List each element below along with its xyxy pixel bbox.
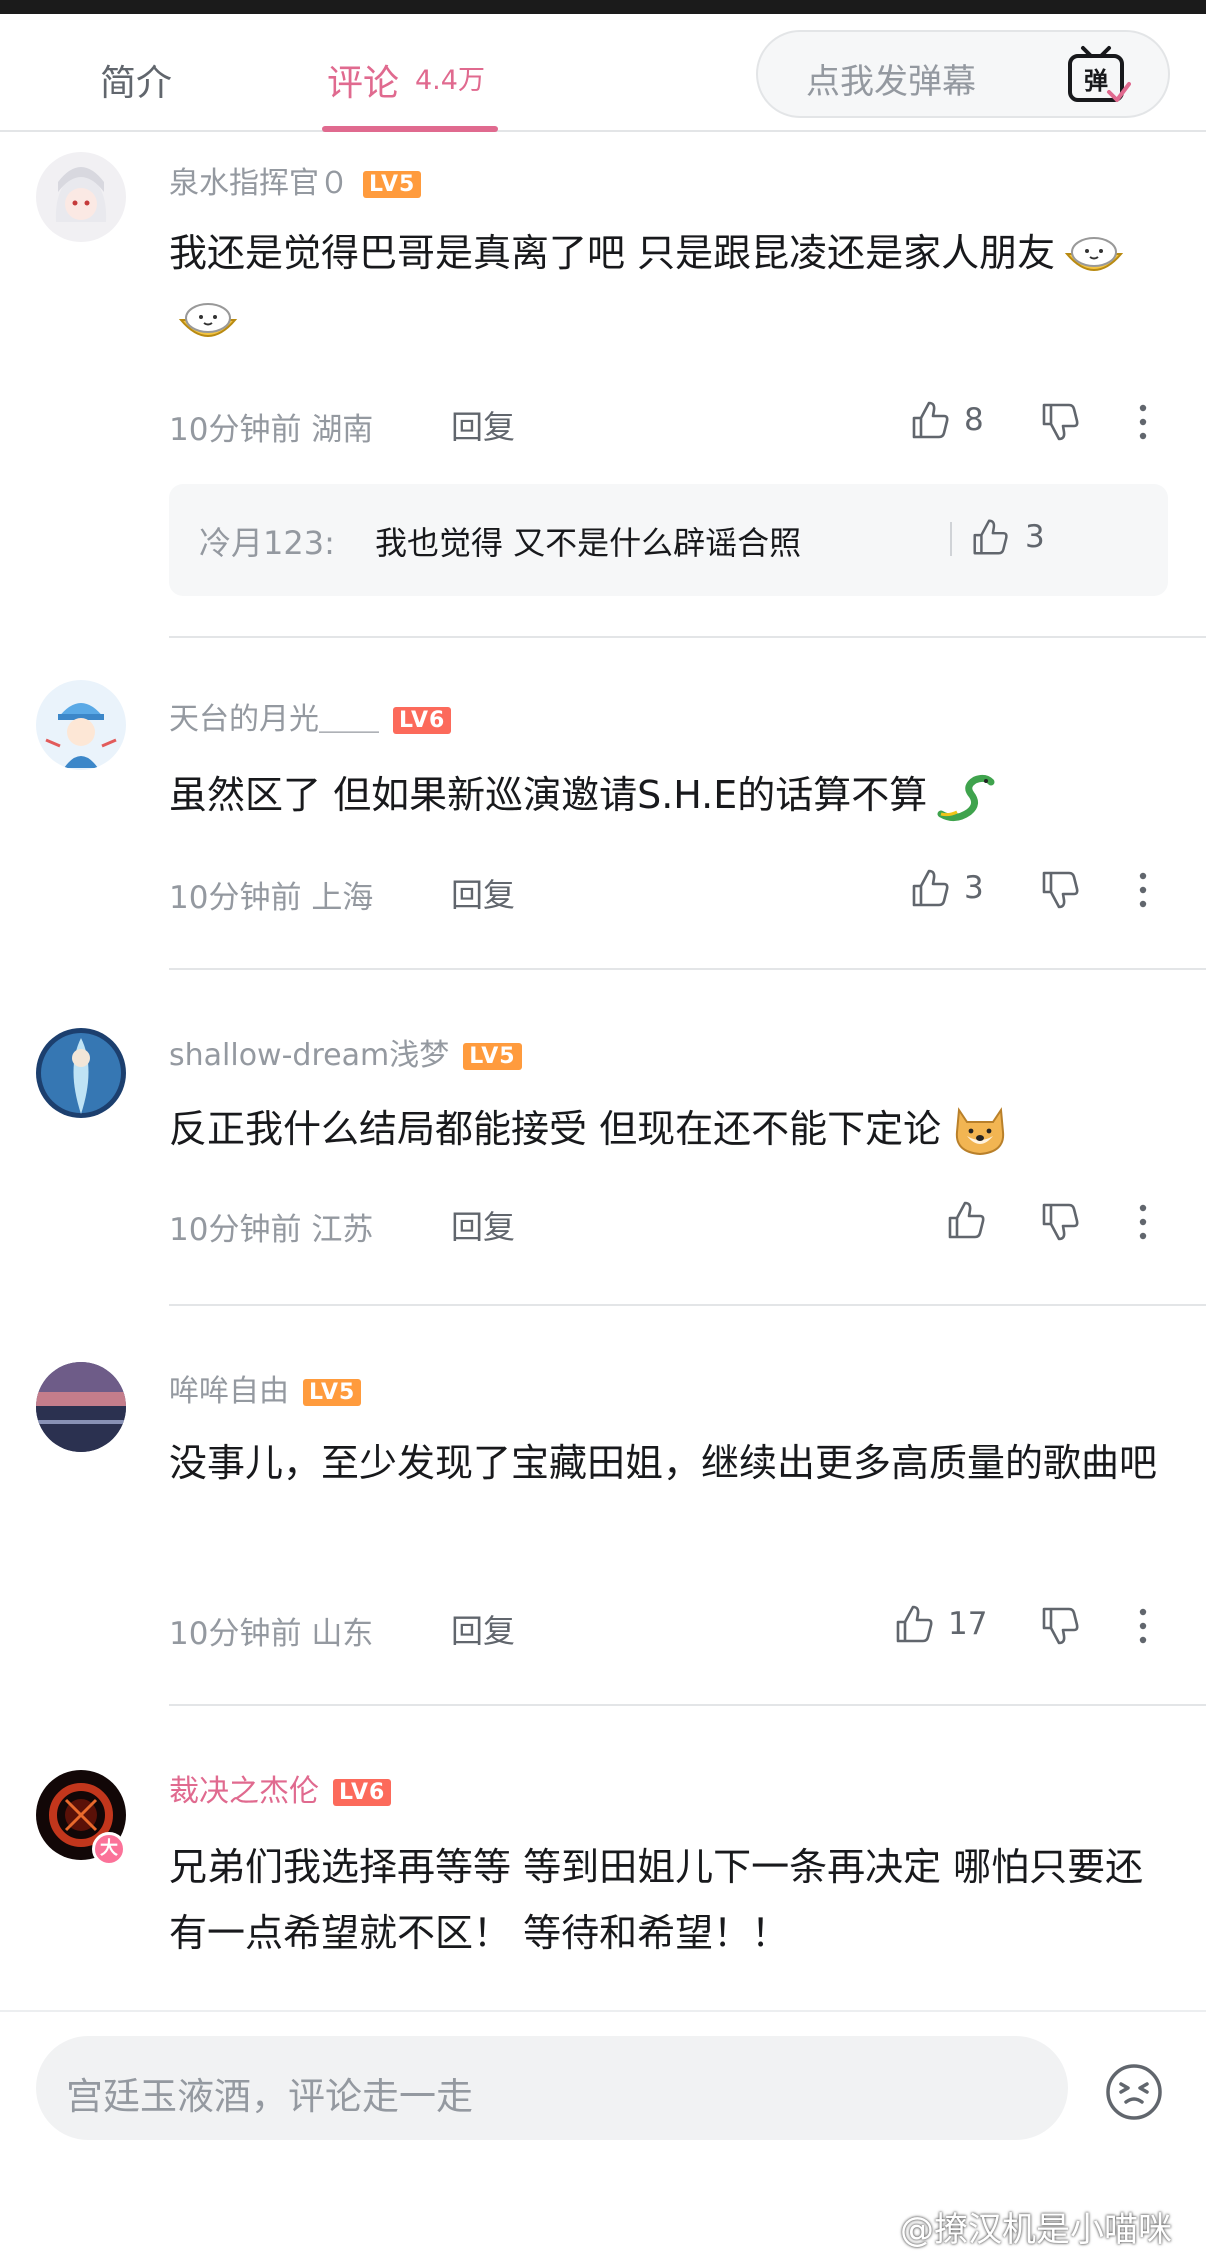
emoji-picker-icon[interactable]: [1104, 2062, 1164, 2122]
thumbs-up-icon: [973, 519, 1008, 555]
thumbs-up-icon: [912, 869, 949, 907]
more-options-icon[interactable]: [1136, 400, 1150, 444]
comment-time: 10分钟前: [169, 880, 302, 916]
like-count: 17: [948, 1606, 988, 1642]
username-text: 天台的月光＿＿: [169, 702, 379, 737]
sub-reply-like-button[interactable]: 3: [969, 516, 1045, 558]
comment-count: 4.4万: [415, 65, 485, 96]
vip-badge-label: 大: [100, 1838, 118, 1859]
danmaku-placeholder: 点我发弹幕: [806, 62, 976, 102]
level-badge: LV6: [333, 1779, 392, 1806]
username-text: 泉水指挥官０: [169, 166, 349, 201]
comment-divider: [169, 636, 1206, 638]
sub-reply-user[interactable]: 冷月123:: [199, 518, 335, 564]
vip-badge: 大: [92, 1832, 126, 1866]
thumbs-down-icon[interactable]: [1038, 868, 1082, 912]
comment-location: 湖南: [311, 412, 374, 448]
comment-text: 没事儿，至少发现了宝藏田姐，继续出更多高质量的歌曲吧: [169, 1430, 1159, 1496]
comment-body: 我还是觉得巴哥是真离了吧 只是跟昆凌还是家人朋友: [169, 231, 1056, 275]
username-text: 哞哞自由: [169, 1374, 289, 1409]
username[interactable]: 天台的月光＿＿ LV6: [169, 694, 452, 738]
comment-text: 反正我什么结局都能接受 但现在还不能下定论: [169, 1096, 1159, 1162]
thumbs-up-icon: [948, 1201, 985, 1239]
level-badge: LV5: [303, 1379, 362, 1406]
comment-time: 10分钟前: [169, 412, 302, 448]
comment-input[interactable]: 宫廷玉液酒，评论走一走: [36, 2036, 1068, 2140]
like-button[interactable]: [944, 1198, 1000, 1242]
comment-meta: 10分钟前 上海: [169, 872, 373, 917]
comment-body: 兄弟们我选择再等等 等到田姐儿下一条再决定 哪怕只要还有一点希望就不区！ 等待和…: [169, 1845, 1144, 1955]
comment-divider: [169, 1704, 1206, 1706]
tab-intro[interactable]: 简介: [100, 54, 172, 106]
comment-input-placeholder: 宫廷玉液酒，评论走一走: [66, 2075, 473, 2118]
like-count: 8: [964, 402, 984, 438]
reply-button[interactable]: 回复: [451, 402, 515, 448]
danmaku-input-button[interactable]: 点我发弹幕 弹: [756, 30, 1170, 118]
more-options-icon[interactable]: [1136, 868, 1150, 912]
username[interactable]: shallow-dream浅梦 LV5: [169, 1030, 522, 1074]
danmaku-icon-label: 弹: [1084, 67, 1108, 95]
comment-location: 山东: [311, 1616, 374, 1652]
comment-body: 虽然区了 但如果新巡演邀请S.H.E的话算不算: [169, 773, 928, 817]
comment-location: 江苏: [311, 1212, 374, 1248]
more-options-icon[interactable]: [1136, 1604, 1150, 1648]
doge-emote: [956, 1106, 1005, 1155]
comment-time: 10分钟前: [169, 1616, 302, 1652]
comment-body: 反正我什么结局都能接受 但现在还不能下定论: [169, 1107, 942, 1151]
reply-button[interactable]: 回复: [451, 1606, 515, 1652]
comment-meta: 10分钟前 山东: [169, 1608, 373, 1653]
username[interactable]: 裁决之杰伦 LV6: [169, 1766, 392, 1810]
comment-text: 兄弟们我选择再等等 等到田姐儿下一条再决定 哪怕只要还有一点希望就不区！ 等待和…: [169, 1834, 1159, 1966]
green-dragon-emote: [937, 774, 995, 821]
like-button[interactable]: 3: [908, 866, 984, 910]
danmaku-toggle-icon[interactable]: 弹: [1065, 44, 1131, 106]
username[interactable]: 哞哞自由 LV5: [169, 1366, 362, 1410]
like-button[interactable]: 17: [892, 1602, 987, 1646]
avatar[interactable]: [36, 1362, 126, 1452]
comment-meta: 10分钟前 湖南: [169, 404, 373, 449]
comment-body: 没事儿，至少发现了宝藏田姐，继续出更多高质量的歌曲吧: [169, 1441, 1158, 1485]
username-text: 裁决之杰伦: [169, 1774, 319, 1809]
rice-bowl-emote: [178, 302, 238, 337]
tab-comments[interactable]: 评论: [327, 54, 399, 106]
comment-time: 10分钟前: [169, 1212, 302, 1248]
reply-button[interactable]: 回复: [451, 1202, 515, 1248]
sub-reply-preview[interactable]: 冷月123: 我也觉得 又不是什么辟谣合照 3: [169, 484, 1168, 596]
username-text: shallow-dream浅梦: [169, 1038, 450, 1073]
sub-reply-text: 我也觉得 又不是什么辟谣合照: [375, 524, 802, 562]
level-badge: LV5: [363, 171, 422, 198]
comment-divider: [169, 968, 1206, 970]
reply-button[interactable]: 回复: [451, 870, 515, 916]
comment-text: 我还是觉得巴哥是真离了吧 只是跟昆凌还是家人朋友: [169, 220, 1159, 352]
status-bar-strip: [0, 0, 1206, 14]
avatar[interactable]: [36, 152, 126, 242]
thumbs-down-icon[interactable]: [1038, 1604, 1082, 1648]
thumbs-down-icon[interactable]: [1038, 400, 1082, 444]
like-button[interactable]: 8: [908, 398, 984, 442]
divider: [950, 522, 952, 556]
tab-bar: 简介 评论 4.4万 点我发弹幕 弹: [0, 14, 1206, 132]
comment-meta: 10分钟前 江苏: [169, 1204, 373, 1249]
thumbs-up-icon: [896, 1605, 933, 1643]
level-badge: LV6: [393, 707, 452, 734]
level-badge: LV5: [463, 1043, 522, 1070]
username[interactable]: 泉水指挥官０ LV5: [169, 158, 422, 202]
thumbs-down-icon[interactable]: [1038, 1200, 1082, 1244]
active-tab-indicator: [322, 126, 498, 132]
like-count: 3: [964, 870, 984, 906]
comment-text: 虽然区了 但如果新巡演邀请S.H.E的话算不算: [169, 762, 1159, 828]
comment-divider: [169, 1304, 1206, 1306]
sub-reply-like-count: 3: [1025, 519, 1045, 555]
thumbs-up-icon: [912, 401, 949, 439]
avatar[interactable]: [36, 1028, 126, 1118]
avatar[interactable]: [36, 680, 126, 770]
comment-location: 上海: [311, 880, 374, 916]
more-options-icon[interactable]: [1136, 1200, 1150, 1244]
watermark: @撩汉机是小喵咪: [900, 2210, 1172, 2250]
rice-bowl-emote: [1064, 236, 1124, 271]
